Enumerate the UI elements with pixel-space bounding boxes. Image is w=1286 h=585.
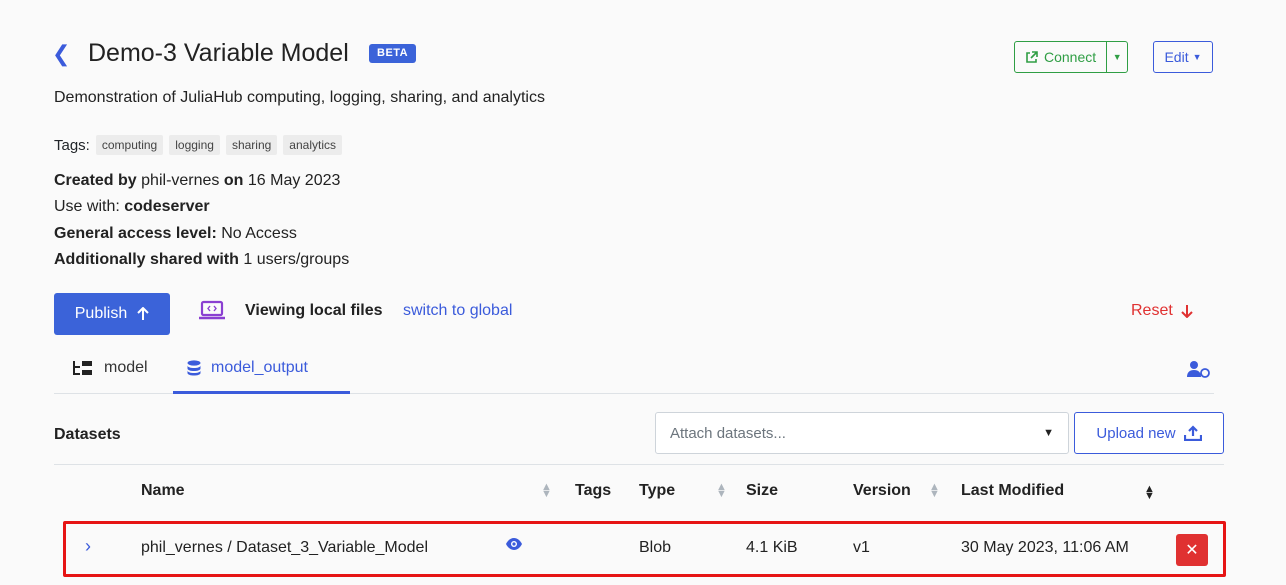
column-header-tags: Tags — [575, 482, 612, 499]
sort-icon[interactable]: ▲ ▼ — [541, 482, 552, 500]
beta-badge: BETA — [369, 44, 417, 63]
laptop-code-icon — [199, 300, 225, 320]
edit-button[interactable]: Edit ▼ — [1153, 41, 1213, 73]
tab-model-output-label: model_output — [211, 359, 308, 376]
expand-row-chevron-icon[interactable]: › — [85, 536, 91, 557]
connect-dropdown-caret-icon[interactable]: ▼ — [1107, 42, 1127, 72]
sort-icon[interactable]: ▲ ▼ — [716, 482, 727, 500]
switch-to-global-link[interactable]: switch to global — [403, 302, 512, 320]
use-with-line: Use with: codeserver — [54, 198, 210, 215]
dataset-last-modified: 30 May 2023, 11:06 AM — [961, 539, 1129, 556]
tag-chip[interactable]: sharing — [225, 135, 278, 155]
dataset-size: 4.1 KiB — [746, 539, 798, 556]
datasets-heading: Datasets — [54, 426, 121, 443]
column-header-type[interactable]: Type — [639, 482, 675, 500]
shared-with-value: 1 users/groups — [243, 251, 350, 268]
upload-icon — [1183, 425, 1202, 441]
access-level-line: General access level: No Access — [54, 225, 297, 242]
upload-new-button[interactable]: Upload new — [1074, 412, 1224, 454]
connect-button-group: Connect ▼ — [1014, 41, 1129, 73]
close-icon: ✕ — [1185, 542, 1199, 559]
edit-label: Edit — [1164, 49, 1189, 65]
active-tab-indicator — [173, 391, 350, 394]
connect-label: Connect — [1044, 49, 1097, 65]
back-chevron-icon[interactable]: ❮ — [52, 40, 70, 68]
shared-with-line: Additionally shared with 1 users/groups — [54, 251, 350, 268]
file-tree-icon — [73, 361, 92, 375]
eye-icon[interactable] — [505, 537, 523, 551]
caret-down-icon: ▼ — [1192, 52, 1202, 62]
tag-chip[interactable]: logging — [169, 135, 220, 155]
tab-model-label: model — [104, 359, 148, 376]
attach-datasets-select[interactable]: Attach datasets... ▼ — [655, 412, 1069, 454]
reset-label: Reset — [1131, 302, 1173, 319]
connect-button[interactable]: Connect — [1015, 42, 1108, 72]
column-header-name[interactable]: Name — [141, 482, 185, 500]
table-top-border — [54, 464, 1224, 465]
tags-label: Tags: — [54, 136, 90, 154]
caret-down-icon: ▼ — [1043, 427, 1054, 439]
column-header-version[interactable]: Version — [853, 482, 911, 500]
project-description: Demonstration of JuliaHub computing, log… — [54, 89, 545, 106]
tag-chip[interactable]: analytics — [283, 135, 342, 155]
created-by-line: Created by phil-vernes on 16 May 2023 — [54, 172, 341, 189]
dataset-version: v1 — [853, 539, 870, 556]
column-header-size[interactable]: Size — [746, 482, 778, 500]
creator-name: phil-vernes — [141, 172, 220, 189]
tag-chip[interactable]: computing — [95, 135, 164, 155]
attach-datasets-placeholder: Attach datasets... — [670, 424, 786, 442]
dataset-type: Blob — [639, 539, 672, 556]
column-header-last-modified[interactable]: Last Modified — [961, 482, 1064, 500]
sort-desc-icon[interactable]: ▲ ▼ — [1144, 484, 1155, 502]
tab-model[interactable]: model — [72, 356, 148, 380]
tab-model-output[interactable]: model_output — [187, 356, 308, 380]
dataset-name[interactable]: phil_vernes / Dataset_3_Variable_Model — [141, 539, 428, 557]
publish-label: Publish — [74, 305, 128, 322]
access-level-value: No Access — [221, 225, 297, 242]
use-with-value: codeserver — [124, 198, 210, 215]
reset-button[interactable]: Reset — [1131, 302, 1193, 320]
delete-dataset-button[interactable]: ✕ — [1176, 534, 1208, 566]
arrow-down-icon — [1181, 305, 1193, 318]
sort-icon[interactable]: ▲ ▼ — [929, 482, 940, 500]
user-lock-icon[interactable] — [1186, 360, 1212, 378]
external-link-icon — [1026, 50, 1038, 63]
publish-button[interactable]: Publish — [54, 293, 170, 335]
arrow-up-icon — [137, 307, 149, 320]
tags-row: Tags: computing logging sharing analytic… — [54, 135, 342, 155]
upload-new-label: Upload new — [1096, 424, 1176, 442]
viewing-local-label: Viewing local files — [245, 302, 383, 319]
database-icon — [187, 360, 201, 376]
created-date: 16 May 2023 — [247, 172, 341, 189]
page-title: Demo-3 Variable Model — [88, 39, 349, 67]
